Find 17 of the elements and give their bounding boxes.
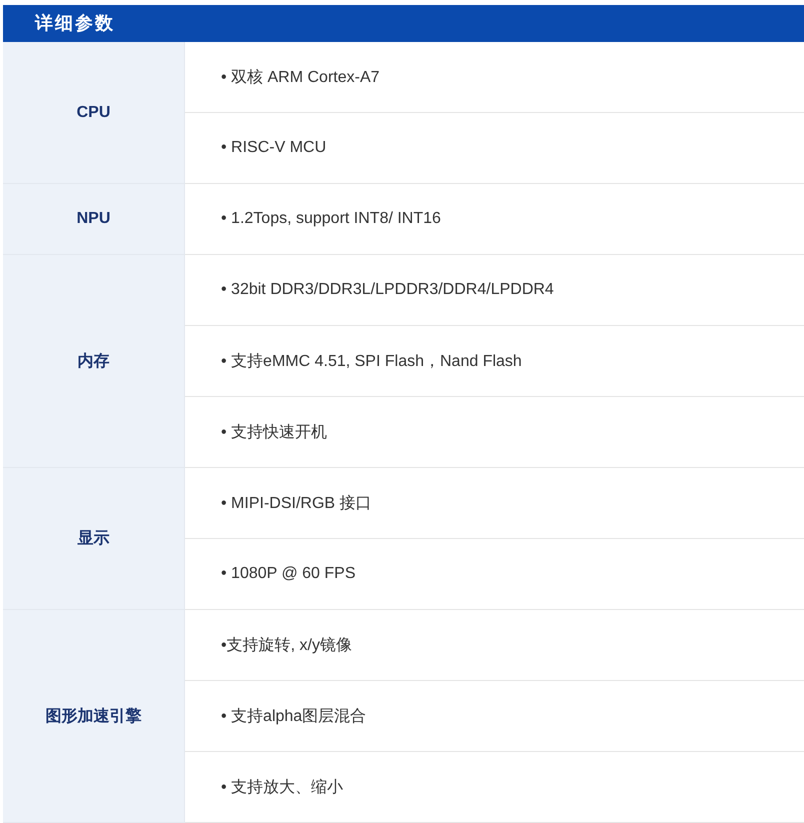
parameter-value: • MIPI-DSI/RGB 接口 [221,494,372,514]
parameter-value: • RISC-V MCU [221,139,326,157]
parameter-value: • 支持快速开机 [221,422,328,442]
parameter-value: • 1080P @ 60 FPS [221,565,356,583]
parameter-label: 显示 [78,529,110,549]
parameter-label: 内存 [78,352,110,372]
parameter-value: • 双核 ARM Cortex-A7 [221,68,380,88]
parameter-label: 图形加速引擎 [46,706,142,726]
parameter-value: • 32bit DDR3/DDR3L/LPDDR3/DDR4/LPDDR4 [221,281,554,299]
parameter-label: NPU [76,210,110,228]
parameter-value: • 1.2Tops, support INT8/ INT16 [221,210,441,228]
parameter-label: CPU [76,104,110,122]
parameter-value: •支持旋转, x/y镜像 [221,636,352,656]
parameter-value: • 支持eMMC 4.51, SPI Flash，Nand Flash [221,352,522,372]
parameter-value: • 支持放大、缩小 [221,778,344,798]
parameter-value: • 支持alpha图层混合 [221,706,366,726]
section-title: 详细参数 [35,12,115,35]
